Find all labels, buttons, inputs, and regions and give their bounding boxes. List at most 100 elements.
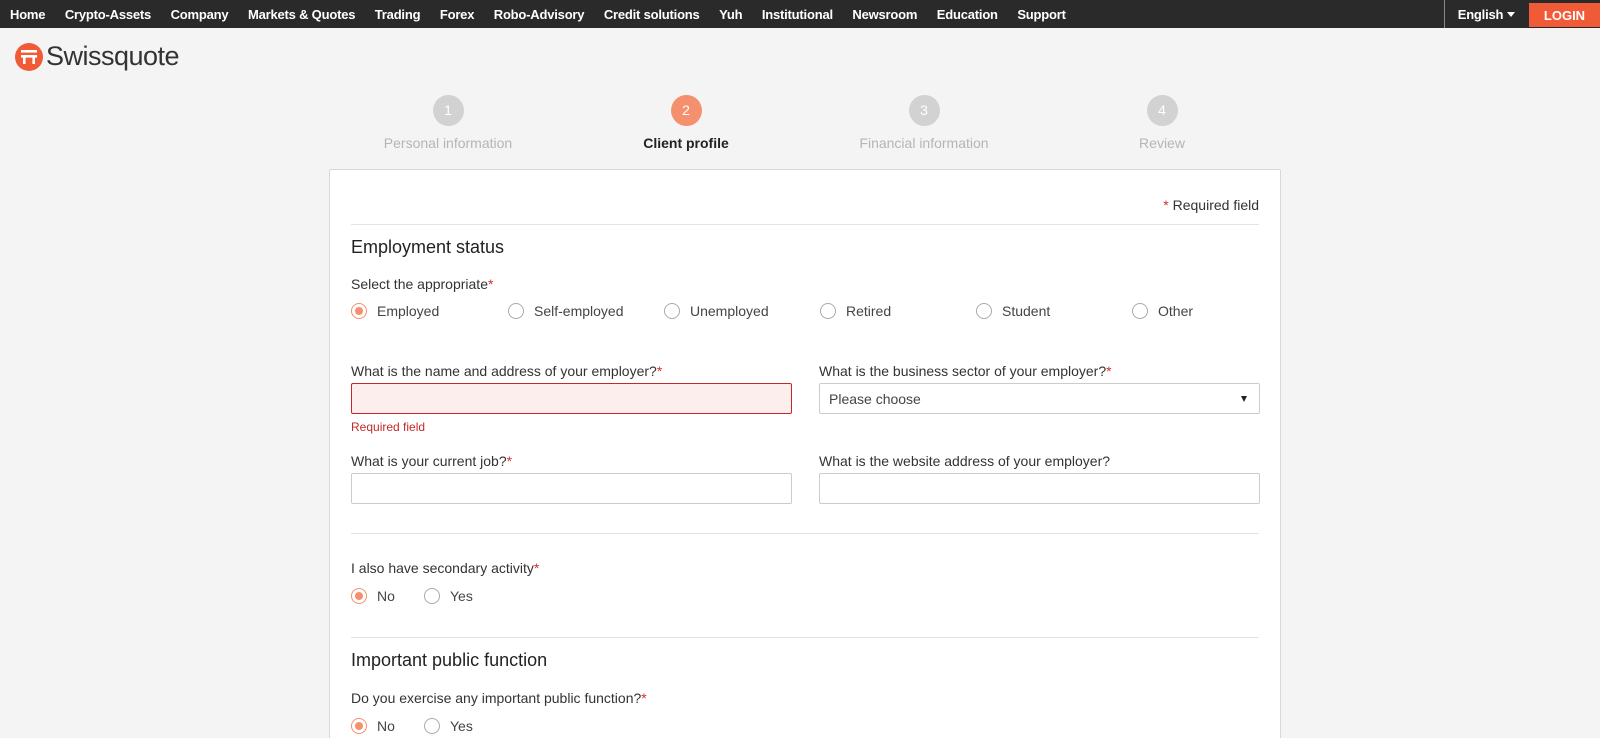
- current-job-label: What is your current job?*: [351, 453, 512, 469]
- nav-markets-quotes[interactable]: Markets & Quotes: [248, 7, 356, 22]
- radio-label: Employed: [377, 303, 440, 319]
- step-label: Financial information: [859, 135, 989, 151]
- radio-label: Yes: [450, 718, 473, 734]
- current-job-label-text: What is your current job?: [351, 453, 507, 469]
- step-client-profile: 2 Client profile: [586, 95, 786, 151]
- divider: [351, 533, 1259, 534]
- nav-institutional[interactable]: Institutional: [762, 7, 833, 22]
- language-selector[interactable]: English: [1444, 0, 1528, 28]
- radio-unselected-icon: [820, 303, 836, 319]
- nav-yuh[interactable]: Yuh: [719, 7, 742, 22]
- radio-public-function-no[interactable]: No: [351, 718, 395, 734]
- step-number: 4: [1146, 95, 1178, 126]
- employer-website-input[interactable]: [819, 473, 1260, 504]
- radio-unselected-icon: [976, 303, 992, 319]
- secondary-activity-label-text: I also have secondary activity: [351, 560, 534, 576]
- login-button[interactable]: LOGIN: [1529, 3, 1600, 27]
- required-marker: *: [1106, 363, 1112, 379]
- step-label: Client profile: [643, 135, 729, 151]
- business-sector-label: What is the business sector of your empl…: [819, 363, 1112, 379]
- radio-label: Self-employed: [534, 303, 624, 319]
- nav-home[interactable]: Home: [10, 7, 46, 22]
- radio-label: Retired: [846, 303, 892, 319]
- required-field-note: * Required field: [1163, 197, 1259, 213]
- step-review: 4 Review: [1062, 95, 1262, 151]
- radio-selected-icon: [351, 718, 367, 734]
- nav-education[interactable]: Education: [937, 7, 998, 22]
- radio-self-employed[interactable]: Self-employed: [508, 303, 624, 319]
- employment-select-label: Select the appropriate*: [351, 276, 493, 292]
- business-sector-label-text: What is the business sector of your empl…: [819, 363, 1107, 379]
- required-marker: *: [533, 560, 540, 576]
- current-job-input[interactable]: [351, 473, 792, 504]
- nav-support[interactable]: Support: [1017, 7, 1066, 22]
- radio-selected-icon: [351, 588, 367, 604]
- public-function-heading: Important public function: [351, 650, 548, 670]
- radio-unselected-icon: [664, 303, 680, 319]
- required-marker: *: [641, 690, 647, 706]
- logo-wordmark: Swissquote: [46, 41, 180, 71]
- nav-crypto-assets[interactable]: Crypto-Assets: [65, 7, 151, 22]
- swissquote-logo-icon: [15, 42, 43, 71]
- employer-name-error: Required field: [351, 420, 426, 434]
- top-nav: Home Crypto-Assets Company Markets & Quo…: [0, 0, 1600, 28]
- nav-newsroom[interactable]: Newsroom: [852, 7, 917, 22]
- employer-name-input[interactable]: [351, 383, 792, 414]
- public-function-question: Do you exercise any important public fun…: [351, 690, 647, 706]
- radio-unselected-icon: [424, 718, 440, 734]
- radio-label: Other: [1158, 303, 1194, 319]
- employer-name-label: What is the name and address of your emp…: [351, 363, 662, 379]
- required-field-text: Required field: [1172, 197, 1259, 213]
- radio-other[interactable]: Other: [1132, 303, 1193, 319]
- step-financial-information: 3 Financial information: [824, 95, 1024, 151]
- step-label: Personal information: [383, 135, 513, 151]
- nav-links: Home Crypto-Assets Company Markets & Quo…: [10, 0, 1085, 28]
- radio-unemployed[interactable]: Unemployed: [664, 303, 769, 319]
- radio-public-function-yes[interactable]: Yes: [424, 718, 473, 734]
- nav-forex[interactable]: Forex: [440, 7, 475, 22]
- radio-secondary-yes[interactable]: Yes: [424, 588, 473, 604]
- required-marker: *: [487, 276, 494, 292]
- client-profile-form: * Required field Employment status Selec…: [329, 169, 1281, 738]
- business-sector-select[interactable]: Please choose: [819, 383, 1260, 414]
- caret-down-icon: [1507, 11, 1516, 17]
- divider: [351, 224, 1259, 225]
- nav-credit-solutions[interactable]: Credit solutions: [604, 7, 700, 22]
- step-label: Review: [1139, 135, 1185, 151]
- employment-select-text: Select the appropriate: [351, 276, 488, 292]
- required-marker: *: [656, 363, 663, 379]
- step-number: 3: [908, 95, 940, 126]
- required-marker: *: [506, 453, 513, 469]
- radio-unselected-icon: [1132, 303, 1148, 319]
- employer-name-label-text: What is the name and address of your emp…: [351, 363, 657, 379]
- public-function-question-text: Do you exercise any important public fun…: [351, 690, 642, 706]
- required-marker: *: [1163, 197, 1169, 213]
- radio-label: Unemployed: [690, 303, 769, 319]
- radio-label: No: [377, 718, 395, 734]
- step-number: 1: [432, 95, 464, 126]
- nav-company[interactable]: Company: [171, 7, 229, 22]
- radio-label: Student: [1002, 303, 1051, 319]
- radio-employed[interactable]: Employed: [351, 303, 439, 319]
- radio-retired[interactable]: Retired: [820, 303, 891, 319]
- step-personal-information: 1 Personal information: [348, 95, 548, 151]
- radio-selected-icon: [351, 303, 367, 319]
- radio-unselected-icon: [424, 588, 440, 604]
- swissquote-logo[interactable]: Swissquote: [15, 41, 180, 72]
- employment-status-heading: Employment status: [351, 237, 505, 257]
- radio-student[interactable]: Student: [976, 303, 1050, 319]
- radio-label: No: [377, 588, 395, 604]
- step-number: 2: [670, 95, 702, 126]
- secondary-activity-label: I also have secondary activity*: [351, 560, 539, 576]
- nav-robo-advisory[interactable]: Robo-Advisory: [494, 7, 585, 22]
- dropdown-arrow-icon: [1241, 396, 1247, 402]
- business-sector-value: Please choose: [829, 390, 921, 407]
- language-label: English: [1457, 6, 1504, 22]
- nav-trading[interactable]: Trading: [375, 7, 421, 22]
- radio-label: Yes: [450, 588, 473, 604]
- employer-website-label-text: What is the website address of your empl…: [819, 453, 1111, 469]
- divider: [351, 637, 1259, 638]
- radio-unselected-icon: [508, 303, 524, 319]
- radio-secondary-no[interactable]: No: [351, 588, 395, 604]
- employer-website-label: What is the website address of your empl…: [819, 453, 1110, 469]
